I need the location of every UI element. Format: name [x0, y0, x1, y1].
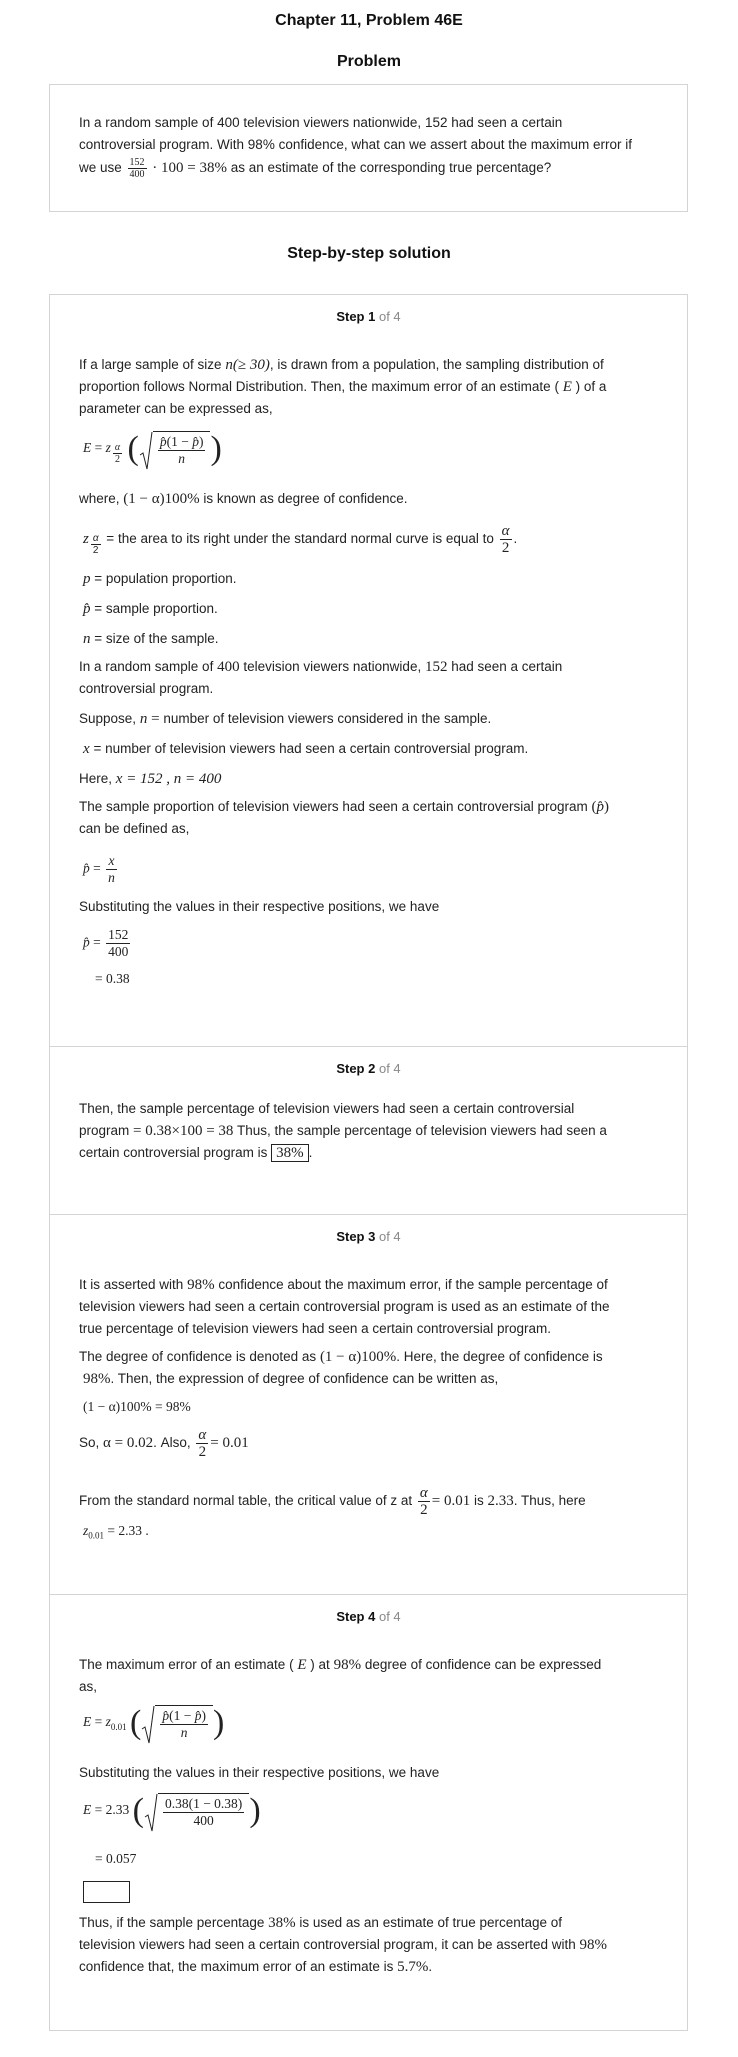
x-definition: x = number of television viewers had see… [83, 741, 529, 757]
step-2-header: Step 2 of 4 [336, 1061, 401, 1076]
problem-line-2: controversial program. With 98% confiden… [79, 137, 632, 152]
problem-box: In a random sample of 400 television vie… [49, 84, 688, 212]
step2-line: certain controversial program is 38%. [79, 1144, 313, 1162]
answer-box: 38% [271, 1144, 309, 1162]
expr-rest: · 100 = 38% [152, 159, 227, 176]
step-1: Step 1 of 4 If a large sample of size n(… [49, 295, 688, 1046]
problem-expression: 152 400 · 100 = 38% [126, 157, 231, 180]
step3-line: 98%. Then, the expression of degree of c… [83, 1371, 499, 1387]
step-1-header: Step 1 of 4 [50, 309, 687, 324]
step4-line: as, [79, 1679, 98, 1694]
phat-formula: p̂ = xn [83, 853, 117, 885]
conclusion-line: television viewers had seen a certain co… [79, 1937, 608, 1953]
z-value: z0.01 = 2.33 . [83, 1523, 149, 1541]
problem-line-3: we use 152 400 · 100 = 38% as an estimate… [79, 157, 551, 180]
error-formula: E = zα2 (p̂(1 − p̂) n) [83, 430, 222, 470]
conclusion-line: Thus, if the sample percentage 38% is us… [79, 1915, 563, 1931]
step3-line: television viewers had seen a certain co… [79, 1299, 610, 1314]
z-definition: zα2 = the area to its right under the st… [83, 523, 518, 556]
step-4: Step 4 of 4 The maximum error of an esti… [49, 1595, 688, 2030]
phat-calc: p̂ = 152 400 [83, 927, 131, 959]
step-4-header: Step 4 of 4 [336, 1609, 401, 1624]
phat-result: = 0.38 [95, 971, 130, 986]
step1-para-line: proportion follows Normal Distribution. … [79, 379, 607, 395]
step-label: Step 1 [336, 309, 376, 324]
here-line: Here, x = 152 , n = 400 [79, 771, 222, 787]
step2-line: program = 0.38×100 = 38 Thus, the sample… [79, 1123, 607, 1139]
substitute-line: Substituting the values in their respect… [79, 899, 440, 914]
sample-proportion-line: can be defined as, [79, 821, 190, 836]
step1-para-line: parameter can be expressed as, [79, 401, 273, 416]
error-formula-98: E = z0.01 (p̂(1 − p̂) n) [83, 1704, 225, 1744]
n-definition: n = size of the sample. [83, 631, 219, 647]
random-sample-line: controversial program. [79, 681, 214, 696]
step2-line: Then, the sample percentage of televisio… [79, 1101, 575, 1116]
error-calc: E = 2.33 (0.38(1 − 0.38) 400) [83, 1792, 261, 1832]
step1-para-line: If a large sample of size n(≥ 30), is dr… [79, 357, 604, 373]
p-definition: p = population proportion. [83, 571, 237, 587]
alpha-line: So, α = 0.02. Also, α 2 = 0.01 [79, 1427, 249, 1460]
expr-numerator: 152 [127, 157, 147, 169]
phat-definition: p̂ = sample proportion. [83, 601, 218, 617]
suppose-line: Suppose, n = number of television viewer… [79, 711, 492, 727]
divider [49, 2030, 688, 2031]
step-2: Step 2 of 4 Then, the sample percentage … [49, 1047, 688, 1214]
sample-proportion-line: The sample proportion of television view… [79, 799, 610, 815]
step-3-header: Step 3 of 4 [336, 1229, 401, 1244]
expr-denominator: 400 [129, 169, 145, 180]
problem-line-1: In a random sample of 400 television vie… [79, 115, 563, 130]
step3-line: The degree of confidence is denoted as (… [79, 1349, 603, 1365]
random-sample-line: In a random sample of 400 television vie… [79, 659, 563, 675]
conclusion-line: confidence that, the maximum error of an… [79, 1959, 433, 1975]
step-count: of 4 [378, 309, 401, 324]
where-line: where, (1 − α)100% is known as degree of… [79, 491, 408, 507]
confidence-equation: (1 − α)100% = 98% [83, 1399, 191, 1414]
empty-answer-box [83, 1881, 130, 1903]
problem-heading: Problem [336, 53, 401, 70]
step-3: Step 3 of 4 It is asserted with 98% conf… [49, 1215, 688, 1594]
critical-value-line: From the standard normal table, the crit… [79, 1485, 586, 1518]
error-result: = 0.057 [95, 1851, 137, 1866]
problem-text: as an estimate of the corresponding true… [230, 159, 552, 175]
substitute-line: Substituting the values in their respect… [79, 1765, 440, 1780]
chapter-title: Chapter 11, Problem 46E [275, 12, 463, 29]
problem-text: we use [79, 159, 122, 175]
solution-heading: Step-by-step solution [287, 245, 451, 262]
step4-line: The maximum error of an estimate ( E ) a… [79, 1657, 602, 1673]
step3-line: It is asserted with 98% confidence about… [79, 1277, 608, 1293]
step3-line: true percentage of television viewers ha… [79, 1321, 551, 1336]
